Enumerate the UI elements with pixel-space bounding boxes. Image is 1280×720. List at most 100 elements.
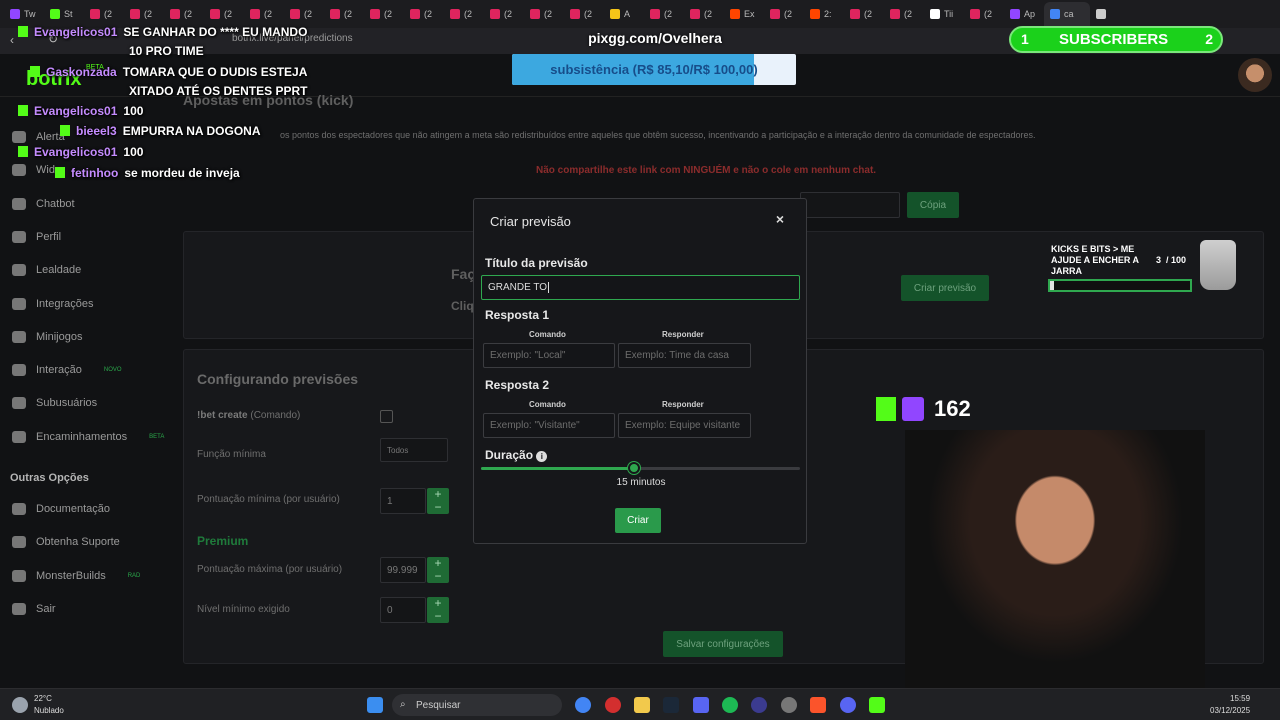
- browser-tab[interactable]: Tw: [4, 2, 44, 26]
- browser-tab[interactable]: (2: [444, 2, 484, 26]
- sidebar-item[interactable]: Subusuários: [12, 397, 119, 410]
- close-icon[interactable]: ×: [776, 211, 784, 227]
- browser-tab[interactable]: Tii: [924, 2, 964, 26]
- user-avatar[interactable]: [1238, 58, 1272, 92]
- sidebar-item[interactable]: Encaminhamentos BETA: [12, 430, 164, 443]
- browser-tab[interactable]: (2: [644, 2, 684, 26]
- tab-favicon-icon: [1050, 9, 1060, 19]
- sidebar-item[interactable]: Integrações: [12, 297, 115, 310]
- browser-tab[interactable]: (2: [284, 2, 324, 26]
- min-function-select[interactable]: Todos: [380, 438, 448, 462]
- sidebar-item[interactable]: Obtenha Suporte: [12, 536, 142, 549]
- tab-favicon-icon: [210, 9, 220, 19]
- steam-icon[interactable]: [663, 697, 679, 713]
- subscribers-current: 1: [1021, 31, 1029, 47]
- duration-slider[interactable]: [481, 462, 800, 474]
- answer1-command-input[interactable]: Exemplo: "Local": [483, 343, 615, 368]
- max-points-input[interactable]: 99.999: [380, 557, 426, 583]
- sidebar-item[interactable]: Minijogos: [12, 330, 104, 343]
- sidebar-item[interactable]: Interação NOVO: [12, 364, 122, 377]
- duration-label-text: Duração: [485, 448, 534, 462]
- browser-tab[interactable]: (2: [844, 2, 884, 26]
- kick-badge-icon: [18, 105, 28, 116]
- duration-slider-thumb[interactable]: [628, 462, 641, 474]
- answer2-command-input[interactable]: Exemplo: "Visitante": [483, 413, 615, 438]
- weather-icon[interactable]: [12, 697, 28, 713]
- copy-button[interactable]: Cópia: [907, 192, 959, 218]
- sidebar-item[interactable]: Perfil: [12, 230, 83, 243]
- browser-tab[interactable]: A: [604, 2, 644, 26]
- sidebar-item-icon: [12, 230, 26, 243]
- chrome-icon[interactable]: [575, 697, 591, 713]
- browser-tab[interactable]: 2:: [804, 2, 844, 26]
- folder-icon[interactable]: [634, 697, 650, 713]
- sidebar-item[interactable]: MonsterBuilds RAD: [12, 569, 140, 582]
- sidebar-item[interactable]: Sair: [12, 602, 78, 615]
- clock-time: 15:59: [1230, 694, 1251, 703]
- browser-tab[interactable]: (2: [244, 2, 284, 26]
- min-points-label: Pontuação mínima (por usuário): [197, 494, 340, 505]
- browser-tab[interactable]: (2: [364, 2, 404, 26]
- browser-tab[interactable]: (2: [884, 2, 924, 26]
- tab-favicon-icon: [850, 9, 860, 19]
- min-level-input[interactable]: 0: [380, 597, 426, 623]
- discord-icon[interactable]: [840, 697, 856, 713]
- sidebar-item[interactable]: Chatbot: [12, 197, 97, 210]
- bet-create-suffix: (Comando): [250, 410, 301, 421]
- donation-goal-bar: subsistência (R$ 85,10/R$ 100,00): [512, 54, 796, 85]
- browser-tab[interactable]: (2: [84, 2, 124, 26]
- taskbar-search[interactable]: Pesquisar: [392, 694, 562, 716]
- browser-tab[interactable]: (2: [324, 2, 364, 26]
- tab-label: Ap: [1024, 9, 1036, 19]
- browser-tab[interactable]: Ap: [1004, 2, 1044, 26]
- sidebar-item-label: Subusuários: [36, 397, 98, 410]
- browser-tab[interactable]: (2: [684, 2, 724, 26]
- browser-tab[interactable]: (2: [564, 2, 604, 26]
- browser-tab[interactable]: (2: [164, 2, 204, 26]
- app-icon[interactable]: [693, 697, 709, 713]
- sidebar-item-icon: [12, 569, 26, 582]
- browser-tab[interactable]: (2: [404, 2, 444, 26]
- opera-icon[interactable]: [605, 697, 621, 713]
- browser-tab[interactable]: (2: [764, 2, 804, 26]
- weather-status: Nublado: [34, 706, 64, 715]
- prediction-title-input[interactable]: GRANDE TO: [481, 275, 800, 300]
- kick-app-icon[interactable]: [869, 697, 885, 713]
- max-points-stepper[interactable]: + −: [427, 557, 449, 583]
- sidebar-item[interactable]: Lealdade: [12, 264, 103, 277]
- sidebar-item-label: Lealdade: [36, 264, 82, 277]
- brave-icon[interactable]: [810, 697, 826, 713]
- chat-message: fetinhoo se mordeu de inveja: [55, 166, 240, 180]
- info-icon[interactable]: i: [536, 451, 548, 462]
- browser-tab[interactable]: ca: [1044, 2, 1090, 26]
- answer2-reply-input[interactable]: Exemplo: Equipe visitante: [618, 413, 751, 438]
- browser-tab[interactable]: Ex: [724, 2, 764, 26]
- answer1-reply-input[interactable]: Exemplo: Time da casa: [618, 343, 751, 368]
- save-settings-button[interactable]: Salvar configurações: [663, 631, 783, 657]
- browser-tab[interactable]: (2: [484, 2, 524, 26]
- jar-current: 3: [1156, 255, 1162, 265]
- tab-label: (2: [344, 9, 353, 19]
- link-input[interactable]: [800, 192, 900, 218]
- create-button[interactable]: Criar: [615, 508, 661, 533]
- spotify-icon[interactable]: [722, 697, 738, 713]
- kick-badge-icon: [60, 125, 70, 136]
- sidebar-item[interactable]: Documentação: [12, 503, 132, 515]
- browser-tab[interactable]: (2: [964, 2, 1004, 26]
- browser-tab[interactable]: St: [44, 2, 84, 26]
- min-points-stepper[interactable]: + −: [427, 488, 449, 514]
- min-points-input[interactable]: 1: [380, 488, 426, 514]
- browser-tab[interactable]: [1090, 2, 1130, 26]
- bet-create-checkbox[interactable]: [380, 410, 393, 423]
- obs-icon[interactable]: [781, 697, 797, 713]
- back-icon[interactable]: ‹: [10, 33, 14, 47]
- browser-tab[interactable]: (2: [204, 2, 244, 26]
- tab-label: (2: [464, 9, 473, 19]
- create-prediction-modal: Criar previsão × Título da previsão GRAN…: [473, 198, 807, 544]
- browser-tab[interactable]: (2: [524, 2, 564, 26]
- app2-icon[interactable]: [751, 697, 767, 713]
- browser-tab[interactable]: (2: [124, 2, 164, 26]
- min-level-stepper[interactable]: + −: [427, 597, 449, 623]
- create-prediction-button[interactable]: Criar previsão: [901, 275, 989, 301]
- windows-start-icon[interactable]: [367, 697, 383, 713]
